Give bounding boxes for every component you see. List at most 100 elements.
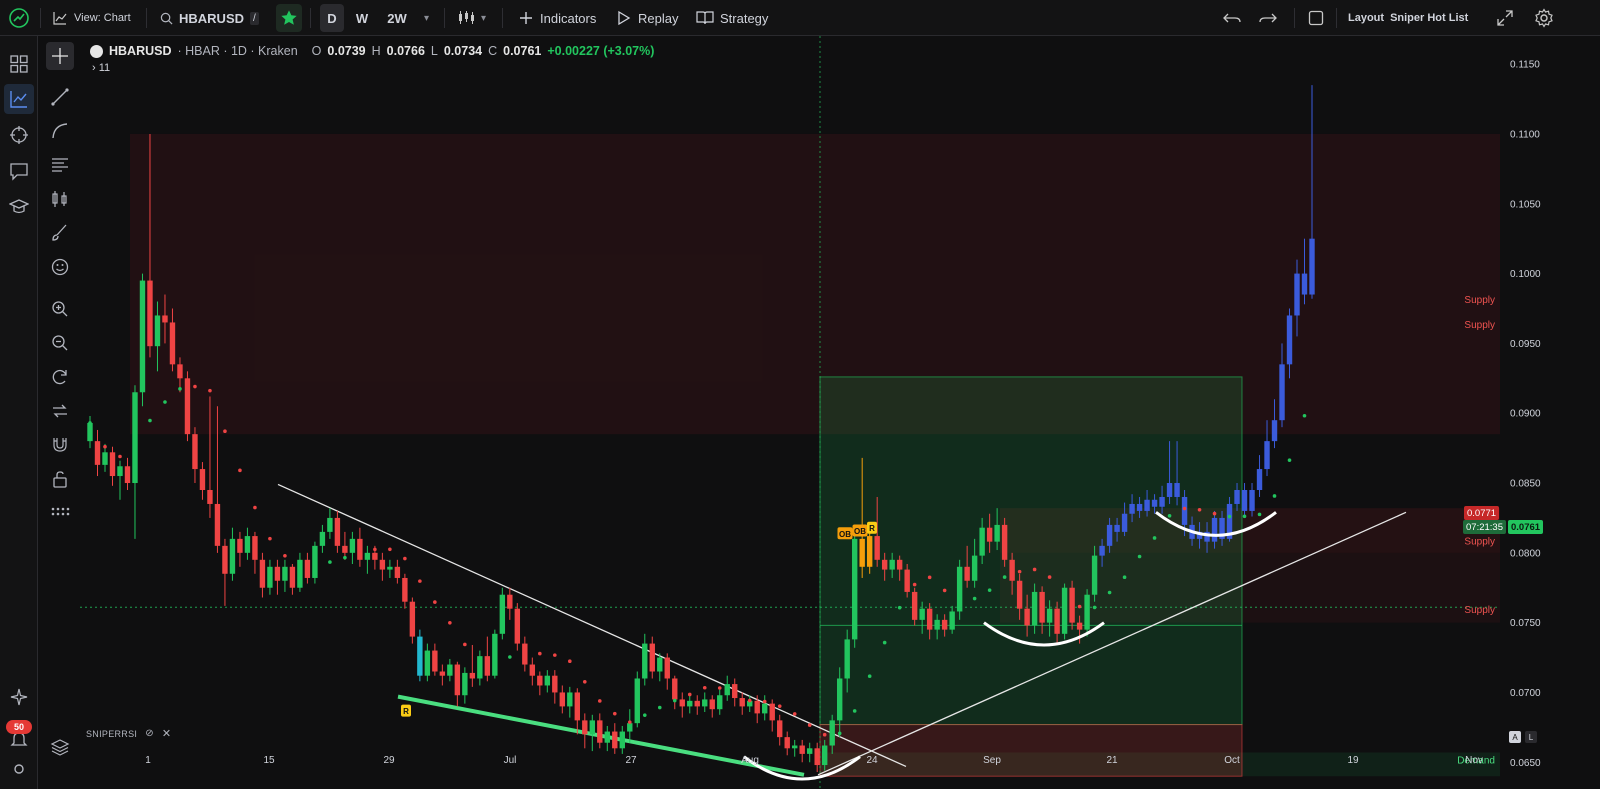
chevron-down-icon[interactable]: ▾ bbox=[424, 0, 429, 36]
magnet-icon[interactable] bbox=[47, 432, 73, 458]
ma-dot bbox=[807, 723, 812, 727]
ma-dot bbox=[702, 685, 707, 690]
ma-dot bbox=[672, 698, 677, 703]
candle bbox=[537, 671, 543, 696]
chart-type-button[interactable]: ▾ bbox=[457, 0, 486, 36]
ma-dot bbox=[927, 575, 932, 580]
fullscreen-toggle[interactable] bbox=[1308, 0, 1324, 36]
redo-button[interactable] bbox=[1258, 0, 1278, 36]
candle bbox=[499, 587, 506, 640]
x-tick-label: Oct bbox=[1224, 755, 1240, 766]
emoji-icon[interactable] bbox=[47, 254, 73, 280]
candle bbox=[529, 657, 536, 686]
compare-icon[interactable]: / bbox=[250, 11, 259, 25]
ma-dot bbox=[882, 640, 887, 645]
strategy-button[interactable]: Strategy bbox=[696, 0, 768, 36]
candle bbox=[851, 531, 858, 648]
chart-area[interactable]: Supply Supply Supply Supply Demand R OB OB R 0.1… bbox=[80, 36, 1600, 789]
zoom-in-icon[interactable] bbox=[47, 296, 73, 322]
candle-body bbox=[327, 517, 333, 532]
candle bbox=[739, 692, 745, 715]
y-tick-label: 0.1000 bbox=[1510, 269, 1541, 280]
candle-body bbox=[342, 545, 348, 553]
candle bbox=[432, 643, 438, 676]
ma-dot bbox=[792, 712, 797, 716]
candle bbox=[694, 695, 700, 715]
legend-low-label: L bbox=[430, 44, 438, 58]
candle-body bbox=[979, 527, 985, 556]
candle bbox=[567, 686, 573, 718]
chart-nav-icon[interactable] bbox=[4, 84, 34, 114]
candle bbox=[612, 723, 618, 754]
x-tick-label: 21 bbox=[1106, 755, 1118, 766]
y-tick-label: 0.0950 bbox=[1510, 339, 1541, 350]
book-icon bbox=[696, 11, 714, 25]
ma-dot bbox=[388, 547, 392, 552]
candle bbox=[911, 587, 918, 626]
brush-icon[interactable] bbox=[47, 220, 73, 246]
candle bbox=[649, 636, 655, 679]
candle-body bbox=[1136, 503, 1143, 511]
candle-body bbox=[657, 657, 663, 672]
candle bbox=[792, 739, 798, 757]
education-icon[interactable] bbox=[6, 194, 32, 220]
circle-icon[interactable] bbox=[6, 756, 32, 782]
symbol-search[interactable]: HBARUSD / bbox=[160, 0, 259, 36]
layout-button[interactable]: Layout Sniper Hot List bbox=[1348, 0, 1468, 36]
log-scale-button[interactable]: L bbox=[1525, 731, 1537, 743]
expand-button[interactable] bbox=[1496, 0, 1514, 36]
pattern-icon[interactable] bbox=[47, 186, 73, 212]
logo-icon[interactable] bbox=[6, 5, 32, 31]
interval-2w-button[interactable]: 2W bbox=[382, 4, 412, 32]
candle-body bbox=[162, 315, 168, 323]
crosshair-icon[interactable] bbox=[46, 42, 74, 70]
hide-eye-icon[interactable]: ⊘ bbox=[145, 728, 154, 739]
sparkle-icon[interactable] bbox=[6, 684, 32, 710]
sync-icon[interactable] bbox=[47, 398, 73, 424]
crosshair-target-icon[interactable] bbox=[6, 122, 32, 148]
indicators-button[interactable]: Indicators bbox=[518, 0, 596, 36]
candle bbox=[544, 670, 551, 693]
trendline-icon[interactable] bbox=[47, 84, 73, 110]
more-tools-icon[interactable] bbox=[47, 498, 73, 524]
dashboard-icon[interactable] bbox=[6, 51, 32, 77]
candle-body bbox=[1031, 591, 1038, 626]
candle-body bbox=[851, 538, 858, 640]
candle-body bbox=[529, 664, 536, 676]
lock-icon[interactable] bbox=[47, 466, 73, 492]
candle-body bbox=[619, 731, 625, 749]
settings-button[interactable] bbox=[1534, 0, 1554, 36]
fib-lines-icon[interactable] bbox=[47, 152, 73, 178]
ma-dot bbox=[1002, 575, 1007, 579]
price-chart[interactable]: SupplySupplySupplySupplyDemandROB OB R 0.1… bbox=[80, 36, 1600, 789]
interval-w-button[interactable]: W bbox=[350, 4, 374, 32]
zoom-out-icon[interactable] bbox=[47, 330, 73, 356]
favorite-star-button[interactable] bbox=[276, 4, 302, 32]
candle-body bbox=[319, 531, 326, 546]
candle-body bbox=[1016, 580, 1023, 609]
chat-icon[interactable] bbox=[6, 158, 32, 184]
candle-body bbox=[454, 664, 461, 696]
collapsed-indicators[interactable]: › 11 bbox=[92, 62, 110, 74]
candle-body bbox=[1301, 273, 1308, 295]
y-tick-label: 0.0900 bbox=[1510, 409, 1541, 420]
candle-body bbox=[87, 422, 93, 442]
visibility-dot-icon[interactable] bbox=[90, 44, 103, 58]
refresh-icon[interactable] bbox=[47, 364, 73, 390]
candle-body bbox=[597, 720, 603, 743]
candle bbox=[439, 664, 446, 686]
close-icon[interactable]: ✕ bbox=[162, 727, 172, 740]
candle bbox=[956, 559, 963, 620]
auto-scale-button[interactable]: A bbox=[1509, 731, 1521, 743]
replay-button[interactable]: Replay bbox=[616, 0, 678, 36]
candle-body bbox=[904, 569, 910, 592]
candle-body bbox=[237, 538, 243, 553]
layers-icon[interactable] bbox=[47, 734, 73, 760]
interval-d-button[interactable]: D bbox=[320, 4, 344, 32]
curve-icon[interactable] bbox=[47, 118, 73, 144]
view-chart-button[interactable]: View: Chart bbox=[52, 0, 131, 36]
ma-dot bbox=[328, 560, 332, 564]
ma-dot bbox=[1137, 554, 1142, 559]
undo-button[interactable] bbox=[1222, 0, 1242, 36]
candle bbox=[552, 670, 558, 704]
